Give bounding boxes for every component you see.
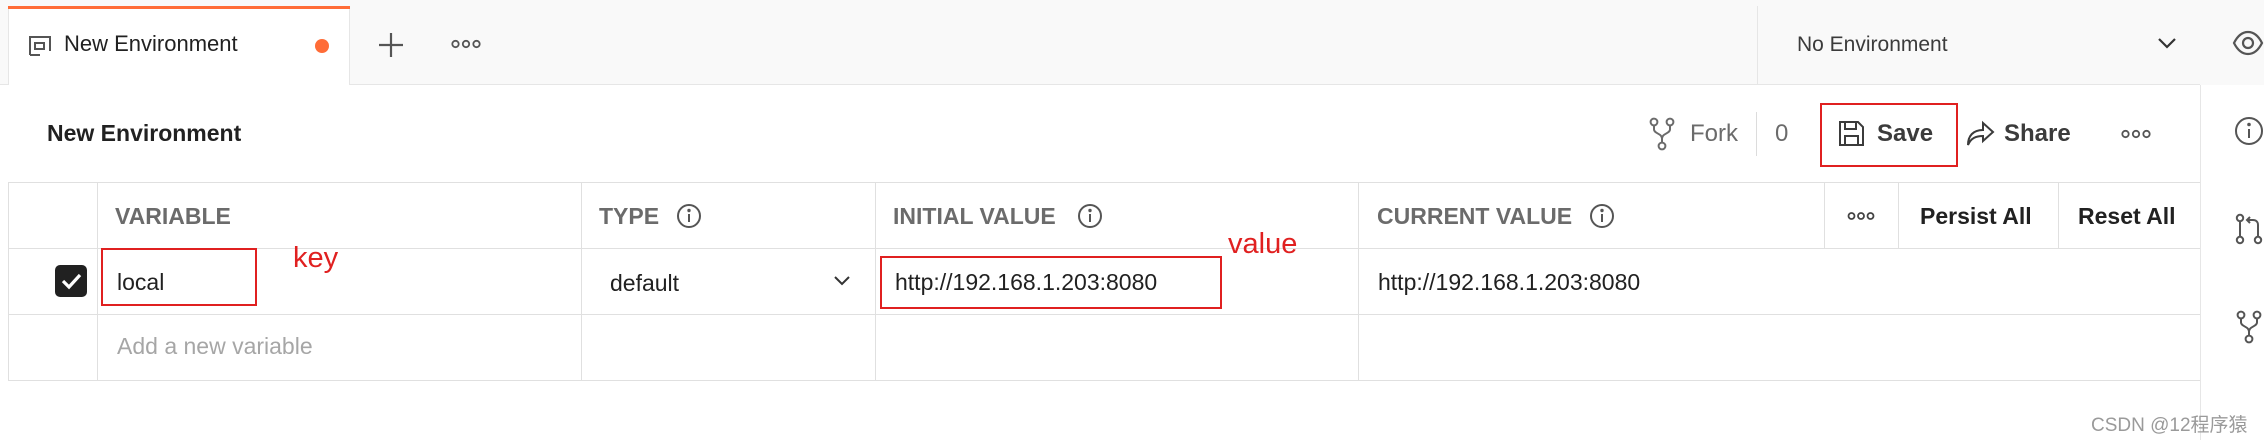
column-divider <box>97 182 98 380</box>
column-divider <box>875 182 876 380</box>
column-options-icon[interactable] <box>1847 210 1875 222</box>
new-tab-button[interactable] <box>376 30 406 60</box>
fork-icon <box>1648 117 1676 151</box>
fork-icon-sidebar[interactable] <box>2235 310 2263 344</box>
tab-options-icon[interactable] <box>451 38 481 50</box>
column-header-initial-value: INITIAL VALUE <box>893 203 1056 229</box>
share-button[interactable]: Share <box>2004 120 2071 148</box>
key-annotation-label: key <box>293 242 339 274</box>
column-header-current-value: CURRENT VALUE <box>1377 203 1573 229</box>
fork-button[interactable]: Fork <box>1690 120 1738 148</box>
column-divider <box>1898 182 1899 248</box>
save-icon <box>1838 120 1865 147</box>
pull-request-icon[interactable] <box>2234 213 2264 245</box>
info-icon[interactable] <box>676 203 702 229</box>
row-enabled-checkbox[interactable] <box>55 265 87 297</box>
chevron-down-icon <box>2157 36 2177 50</box>
chevron-down-icon <box>833 275 851 287</box>
tab-label: New Environment <box>64 31 238 56</box>
fork-divider <box>1756 112 1757 156</box>
table-top-border <box>8 182 2200 183</box>
column-header-type: TYPE <box>599 203 660 229</box>
info-icon[interactable] <box>2234 116 2264 146</box>
value-annotation-label: value <box>1228 228 1298 260</box>
info-icon[interactable] <box>1077 203 1103 229</box>
table-left-border <box>8 182 9 380</box>
active-tab-indicator <box>8 6 350 9</box>
type-select[interactable]: default <box>610 270 679 297</box>
current-value-cell[interactable]: http://192.168.1.203:8080 <box>1378 269 1640 296</box>
table-bottom-border <box>8 380 2200 381</box>
persist-all-button[interactable]: Persist All <box>1920 203 2032 230</box>
value-annotation-box <box>880 256 1222 309</box>
table-row-border <box>8 314 2200 315</box>
column-divider <box>1358 182 1359 380</box>
key-annotation-box <box>101 248 257 306</box>
fork-count: 0 <box>1775 120 1789 147</box>
column-header-variable: VARIABLE <box>115 203 231 229</box>
reset-all-button[interactable]: Reset All <box>2078 203 2176 230</box>
share-icon <box>1966 120 1996 148</box>
info-icon[interactable] <box>1589 203 1615 229</box>
watermark: CSDN @12程序猿 <box>2091 415 2248 436</box>
column-divider <box>581 182 582 380</box>
page-title: New Environment <box>47 120 242 146</box>
eye-icon[interactable] <box>2232 28 2264 58</box>
environment-tab-icon <box>27 34 53 60</box>
more-options-icon[interactable] <box>2121 128 2151 140</box>
add-variable-input[interactable]: Add a new variable <box>117 333 313 360</box>
column-divider <box>2058 182 2059 248</box>
column-divider <box>1824 182 1825 248</box>
environment-selector-label: No Environment <box>1797 33 1948 56</box>
unsaved-changes-dot <box>315 39 329 53</box>
save-button-label: Save <box>1877 120 1934 147</box>
